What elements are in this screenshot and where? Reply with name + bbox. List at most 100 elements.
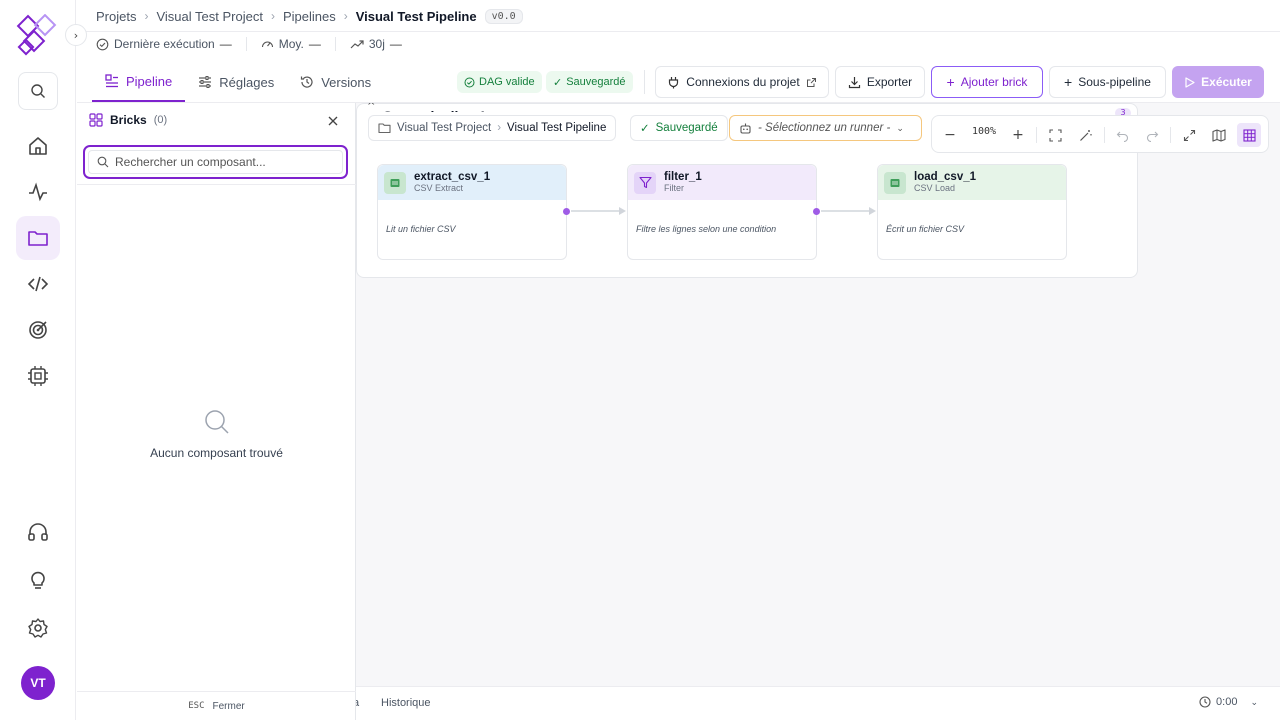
bottom-tab-truncated[interactable]: a [356,697,359,709]
component-search-box [88,150,343,174]
history-tab[interactable]: Historique [381,697,431,709]
esc-key-hint: ESC [188,701,205,711]
stat-last-run-label: Dernière exécution [114,37,215,51]
stat-average-value: — [308,37,321,51]
sub-pipeline-button[interactable]: + Sous-pipeline [1049,66,1166,98]
export-button[interactable]: Exporter [835,66,925,98]
breadcrumb-pipelines[interactable]: Pipelines [283,9,336,24]
stat-30d-value: — [389,37,402,51]
left-rail: › VT [0,0,87,720]
canvas-breadcrumb: Visual Test Project › Visual Test Pipeli… [368,115,617,141]
tab-settings-label: Réglages [219,74,275,90]
nav-projects[interactable] [16,216,60,260]
header-divider [77,31,1280,32]
history-icon [301,76,313,88]
undo-icon [1116,131,1128,142]
chevron-right-icon: › [343,9,348,23]
app-logo[interactable] [16,14,60,58]
chevron-right-icon: › [270,9,275,23]
grid-icon [1242,128,1256,142]
breadcrumb: Projets › Visual Test Project › Pipeline… [96,6,523,26]
grid-toggle-button[interactable] [1237,123,1261,147]
nav-activity[interactable] [16,170,60,214]
bricks-count: (0) [153,114,168,126]
zoom-divider [1170,127,1171,143]
tab-pipeline[interactable]: Pipeline [92,62,186,102]
nav-targets[interactable] [16,308,60,352]
nav-home[interactable] [16,124,60,168]
grid-icon [89,113,103,127]
fit-view-button[interactable] [1043,123,1067,147]
gear-icon [28,618,48,638]
check-icon: ✓ [553,76,563,89]
add-brick-button[interactable]: + Ajouter brick [931,66,1043,98]
dag-status-label: DAG valide [479,76,535,88]
stats-divider [245,37,247,51]
canvas-saved-badge: ✓ Sauvegardé [630,115,728,141]
add-brick-label: Ajouter brick [960,75,1028,89]
zoom-in-button[interactable]: + [1006,123,1030,147]
zoom-out-button[interactable]: − [938,123,962,147]
global-search-button[interactable] [18,72,58,110]
run-timer[interactable]: 0:00 ⌄ [1199,696,1258,708]
panel-divider [77,184,356,185]
component-search-input[interactable] [115,155,335,169]
fit-screen-icon [1048,128,1062,142]
search-icon [204,410,229,434]
zoom-toolbar: − 100% + [931,115,1269,153]
search-icon [97,156,109,168]
cpu-icon [28,366,48,386]
chevron-right-icon: › [73,28,79,42]
nav-ideas[interactable] [16,558,60,602]
user-avatar[interactable]: VT [21,666,55,700]
stat-average-label: Moy. [278,37,304,51]
canvas-bottom-bar: a Historique 0:00 ⌄ [356,686,1280,720]
chevron-down-icon: ⌄ [1250,696,1258,707]
close-icon [328,116,338,126]
auto-layout-button[interactable] [1073,123,1097,147]
external-link-icon [806,77,816,87]
expand-icon [1183,129,1195,141]
arrowhead-icon [869,207,876,215]
trend-up-icon [350,39,364,48]
undo-button[interactable] [1110,123,1134,147]
clock-icon [1199,696,1211,708]
project-connections-button[interactable]: Connexions du projet [655,66,829,98]
chevron-right-icon: › [144,9,149,23]
bricks-panel-header: Bricks (0) [89,113,167,127]
plus-icon: + [1012,127,1024,143]
chevron-right-icon: › [497,122,502,134]
tab-settings[interactable]: Réglages [185,62,287,102]
breadcrumb-current: Visual Test Pipeline [355,8,477,24]
fullscreen-button[interactable] [1177,123,1201,147]
map-icon [1212,128,1226,142]
redo-icon [1146,131,1158,142]
run-button[interactable]: Exécuter [1172,66,1264,98]
nav-settings[interactable] [16,606,60,650]
app-window: › VT Projets › Visual Test Project › Pip… [0,0,1280,720]
runner-select[interactable]: - Sélectionnez un runner - ⌄ [729,115,922,141]
tab-pipeline-label: Pipeline [126,73,173,89]
canvas-breadcrumb-project[interactable]: Visual Test Project [397,122,491,134]
empty-state: Aucun composant trouvé [77,408,356,460]
target-icon [29,321,47,339]
redo-button[interactable] [1140,123,1164,147]
stat-last-run-value: — [219,37,232,51]
breadcrumb-projects[interactable]: Projets [96,9,136,24]
toolbar-divider [644,70,645,94]
saved-label: Sauvegardé [566,76,626,88]
tab-versions[interactable]: Versions [287,62,384,102]
pipeline-canvas[interactable]: ^ Sous-pipeline 1 3 extract_csv_1 CSV Ex… [356,103,1280,720]
minimap-button[interactable] [1207,123,1231,147]
magic-wand-icon [1079,129,1092,141]
plus-icon: + [946,74,955,90]
breadcrumb-project[interactable]: Visual Test Project [156,9,262,24]
nav-runners[interactable] [16,354,60,398]
folder-icon [28,231,48,246]
check-circle-icon [96,38,109,50]
expand-rail-button[interactable]: › [65,24,87,46]
close-panel-button[interactable] [325,113,341,129]
gauge-icon [261,41,273,47]
nav-support[interactable] [16,510,60,554]
nav-code[interactable] [16,262,60,306]
